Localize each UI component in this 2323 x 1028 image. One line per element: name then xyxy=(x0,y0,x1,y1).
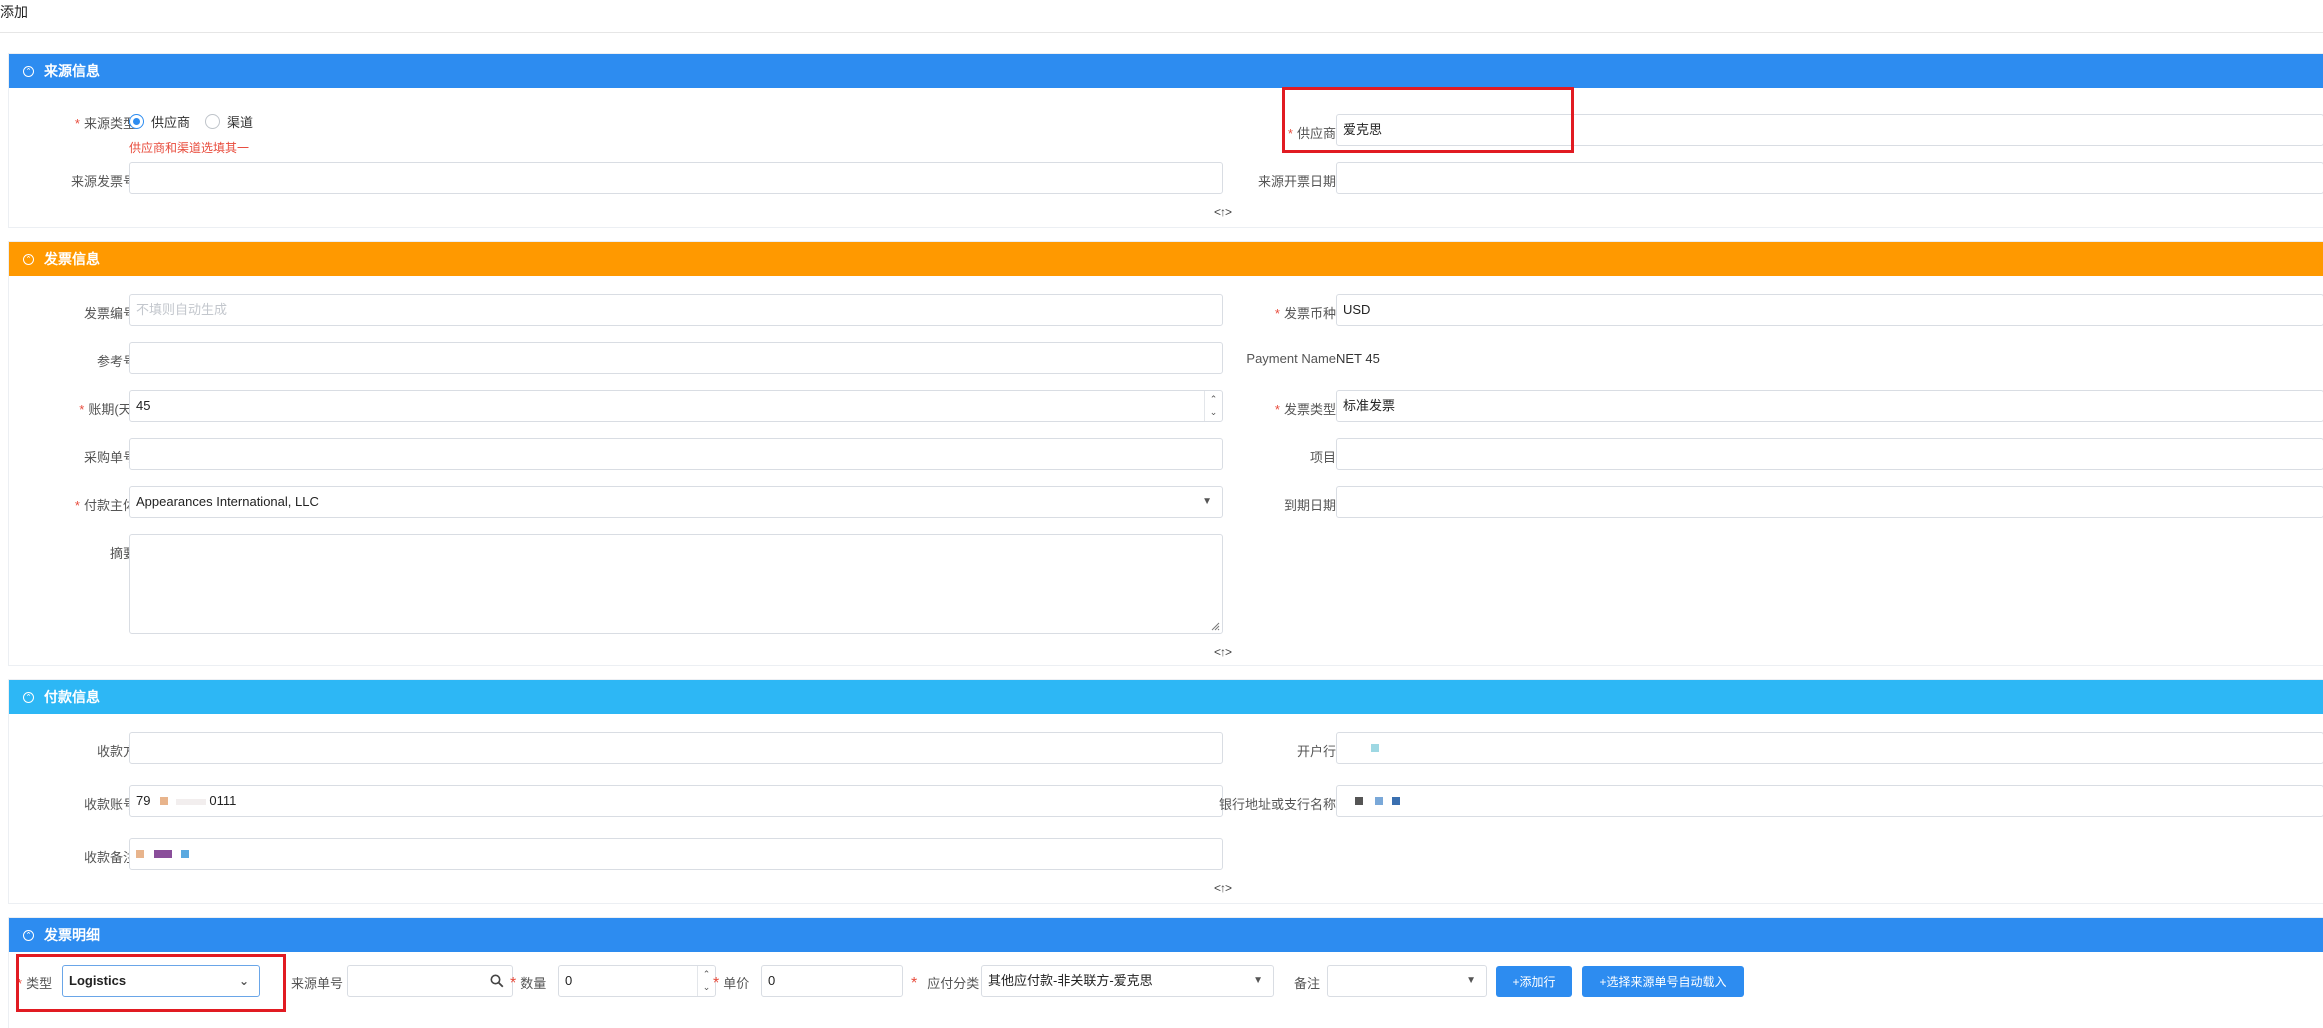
invoice-info-header[interactable]: ⌃ 发票信息 xyxy=(9,242,2323,276)
qty-label: * 数量 xyxy=(510,975,547,992)
redacted-block xyxy=(175,799,206,805)
panel-title: 来源信息 xyxy=(44,63,100,79)
term-value: 45 xyxy=(136,398,151,413)
redacted-block xyxy=(1374,797,1383,805)
redacted-block xyxy=(160,797,169,805)
project-label: 项目 xyxy=(1309,450,1336,465)
source-invoice-date-label: 来源开票日期 xyxy=(1257,174,1336,189)
circle-chevron-icon: ⌃ xyxy=(23,929,34,941)
circle-chevron-icon: ⌃ xyxy=(23,253,34,265)
caret-down-icon: ▼ xyxy=(1466,975,1476,986)
category-label: * 应付分类 xyxy=(911,975,980,992)
divider xyxy=(0,32,2323,33)
project-input[interactable] xyxy=(1336,438,2323,470)
resize-handle-icon[interactable] xyxy=(1210,621,1220,631)
category-value: 其他应付款-非关联方-爱克思 xyxy=(988,973,1153,988)
category-select[interactable]: 其他应付款-非关联方-爱克思 ▼ xyxy=(981,965,1274,997)
payment-name-value: NET 45 xyxy=(1336,351,1380,366)
payment-info-header[interactable]: ⌃ 付款信息 xyxy=(9,680,2323,714)
radio-checked-icon xyxy=(129,114,144,129)
caret-down-icon: ▼ xyxy=(1202,496,1212,507)
redacted-block xyxy=(1392,797,1401,805)
due-date-label: 到期日期 xyxy=(1283,498,1336,513)
currency-input[interactable]: USD xyxy=(1336,294,2323,326)
invoice-detail-header[interactable]: ⌃ 发票明细 xyxy=(9,918,2323,952)
redacted-block xyxy=(136,850,144,858)
note-label: 备注 xyxy=(1294,976,1321,991)
bank-address-label: 银行地址或支行名称 xyxy=(1218,797,1336,812)
remark-input[interactable] xyxy=(129,838,1223,870)
currency-label: * 发票币种 xyxy=(1274,306,1336,321)
source-invoice-date-input[interactable] xyxy=(1336,162,2323,194)
panel-title: 付款信息 xyxy=(44,689,100,705)
radio-unchecked-icon xyxy=(205,114,220,129)
ref-no-input[interactable] xyxy=(129,342,1223,374)
qty-value: 0 xyxy=(565,973,573,988)
term-stepper[interactable]: 45 ⌃ ⌄ xyxy=(129,390,1223,422)
source-invoice-no-input[interactable] xyxy=(129,162,1223,194)
source-type-label: * 来源类型 xyxy=(74,116,136,131)
payer-select[interactable]: Appearances International, LLC ▼ xyxy=(129,486,1223,518)
add-row-button[interactable]: +添加行 xyxy=(1496,966,1572,997)
summary-textarea[interactable] xyxy=(129,534,1223,634)
source-info-header[interactable]: ⌃ 来源信息 xyxy=(9,54,2323,88)
redacted-block xyxy=(153,850,172,858)
qty-stepper[interactable]: 0 ⌃ ⌄ xyxy=(558,965,716,997)
source-invoice-no-label: 来源发票号 xyxy=(70,174,136,189)
circle-chevron-icon: ⌃ xyxy=(23,65,34,77)
stepper-arrows-icon[interactable]: ⌃ ⌄ xyxy=(1204,391,1222,421)
invoice-type-label: * 发票类型 xyxy=(1274,402,1336,417)
radio-supplier[interactable]: 供应商 xyxy=(129,112,190,131)
collapse-toggle[interactable]: <↑> xyxy=(1214,881,1232,895)
term-label: * 账期(天) xyxy=(79,402,136,417)
payer-label: * 付款主体 xyxy=(74,498,136,513)
invoice-info-panel: ⌃ 发票信息 发票编号 不填则自动生成 * 发票币种 USD 参考号 Paymen… xyxy=(8,241,2323,666)
payment-info-panel: ⌃ 付款信息 收款方 开户行 收款账号 79 0111 银行地址或支行名称 收款… xyxy=(8,679,2323,904)
validation-message: 供应商和渠道选填其一 xyxy=(129,141,250,155)
source-no-label: 来源单号 xyxy=(291,976,344,991)
bank-label: 开户行 xyxy=(1296,744,1336,759)
redacted-block xyxy=(1355,797,1363,805)
invoice-detail-panel: ⌃ 发票明细 * 类型 Logistics ⌄ 来源单号 * 数量 0 ⌃ ⌄ * 单价… xyxy=(8,917,2323,1028)
note-select[interactable]: ▼ xyxy=(1327,965,1487,997)
bank-input[interactable] xyxy=(1336,732,2323,764)
price-label: * 单价 xyxy=(713,975,750,992)
source-no-input[interactable] xyxy=(347,965,513,997)
payee-input[interactable] xyxy=(129,732,1223,764)
highlight-box-supplier xyxy=(1282,87,1574,153)
radio-channel[interactable]: 渠道 xyxy=(205,112,253,131)
account-input[interactable]: 79 0111 xyxy=(129,785,1223,817)
invoice-type-input[interactable]: 标准发票 xyxy=(1336,390,2323,422)
caret-down-icon: ▼ xyxy=(1253,975,1263,986)
panel-title: 发票明细 xyxy=(44,927,100,943)
invoice-no-input[interactable]: 不填则自动生成 xyxy=(129,294,1223,326)
po-no-input[interactable] xyxy=(129,438,1223,470)
price-input[interactable]: 0 xyxy=(761,965,903,997)
auto-load-button[interactable]: +选择来源单号自动载入 xyxy=(1582,966,1744,997)
payment-name-label: Payment Name xyxy=(1246,351,1336,366)
panel-title: 发票信息 xyxy=(44,251,100,267)
bank-address-input[interactable] xyxy=(1336,785,2323,817)
payer-value: Appearances International, LLC xyxy=(136,494,319,509)
search-icon[interactable] xyxy=(490,974,504,988)
collapse-toggle[interactable]: <↑> xyxy=(1214,205,1232,219)
redacted-block xyxy=(181,850,190,858)
highlight-box-type xyxy=(16,954,286,1012)
page-title: 添加 xyxy=(0,4,28,20)
collapse-toggle[interactable]: <↑> xyxy=(1214,645,1232,659)
source-info-panel: ⌃ 来源信息 * 来源类型 供应商 渠道 供应商和渠道选填其一 * 供应商 爱克思 … xyxy=(8,53,2323,228)
circle-chevron-icon: ⌃ xyxy=(23,691,34,703)
redacted-block xyxy=(1371,744,1379,752)
due-date-input[interactable] xyxy=(1336,486,2323,518)
